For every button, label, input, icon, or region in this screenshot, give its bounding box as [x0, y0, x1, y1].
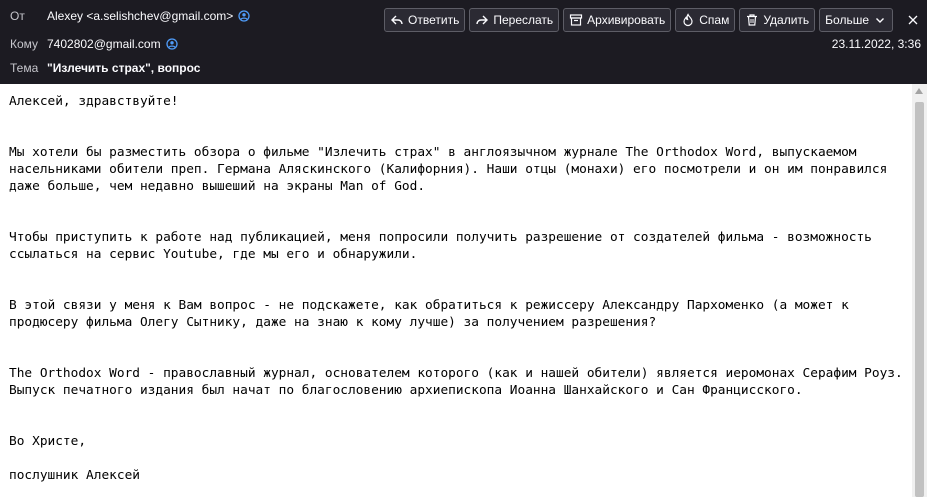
more-button[interactable]: Больше	[819, 8, 893, 32]
more-label: Больше	[825, 13, 869, 27]
message-paragraph: Мы хотели бы разместить обзора о фильме …	[9, 145, 896, 194]
delete-button[interactable]: Удалить	[739, 8, 816, 32]
close-message-button[interactable]	[903, 10, 923, 30]
reply-label: Ответить	[408, 13, 460, 27]
trash-icon	[747, 14, 758, 26]
scrollbar-thumb[interactable]	[915, 102, 924, 497]
close-icon	[908, 15, 918, 25]
message-greeting: Алексей, здравствуйте!	[9, 94, 179, 109]
spam-label: Спам	[699, 13, 730, 27]
chevron-down-icon	[876, 18, 884, 23]
message-paragraph: Чтобы приступить к работе над публикацие…	[9, 230, 880, 262]
to-address[interactable]: 7402802@gmail.com	[47, 37, 161, 51]
message-header: От Alexey <a.selishchev@gmail.com> Ответ…	[0, 0, 927, 84]
delete-label: Удалить	[763, 13, 810, 27]
to-value[interactable]: 7402802@gmail.com	[47, 37, 178, 51]
archive-label: Архивировать	[587, 13, 666, 27]
subject-label: Тема	[10, 61, 39, 75]
spam-flame-icon	[683, 13, 693, 27]
scroll-up-icon[interactable]	[915, 88, 923, 94]
subject-row: Тема "Излечить страх", вопрос	[0, 57, 927, 79]
to-row: Кому 7402802@gmail.com 23.11.2022, 3:36	[0, 33, 927, 55]
forward-button[interactable]: Переслать	[469, 8, 560, 32]
from-address[interactable]: Alexey <a.selishchev@gmail.com>	[47, 9, 233, 23]
reply-button[interactable]: Ответить	[384, 8, 466, 32]
add-contact-icon[interactable]	[238, 10, 250, 22]
add-contact-icon[interactable]	[165, 38, 178, 50]
forward-label: Переслать	[493, 13, 554, 27]
spam-button[interactable]: Спам	[675, 8, 736, 32]
message-text: Алексей, здравствуйте! Мы хотели бы разм…	[9, 93, 909, 484]
message-signature: послушник Алексей	[9, 468, 140, 483]
reply-icon	[391, 15, 403, 25]
from-row: От Alexey <a.selishchev@gmail.com> Ответ…	[0, 5, 927, 32]
from-value[interactable]: Alexey <a.selishchev@gmail.com>	[47, 9, 250, 23]
message-date: 23.11.2022, 3:36	[831, 37, 921, 51]
message-closing: Во Христе,	[9, 434, 87, 449]
forward-icon	[476, 15, 489, 25]
from-label: От	[10, 9, 25, 23]
subject-value: "Излечить страх", вопрос	[47, 61, 201, 75]
vertical-scrollbar[interactable]	[912, 84, 927, 497]
archive-icon	[570, 14, 583, 26]
message-toolbar: Ответить Переслать Архивировать Спам Уда…	[384, 8, 923, 32]
to-label: Кому	[10, 37, 39, 51]
message-paragraph: The Orthodox Word - православный журнал,…	[9, 366, 911, 398]
message-body: Алексей, здравствуйте! Мы хотели бы разм…	[0, 84, 912, 497]
message-paragraph: В этой связи у меня к Вам вопрос - не по…	[9, 298, 857, 330]
archive-button[interactable]: Архивировать	[563, 8, 672, 32]
